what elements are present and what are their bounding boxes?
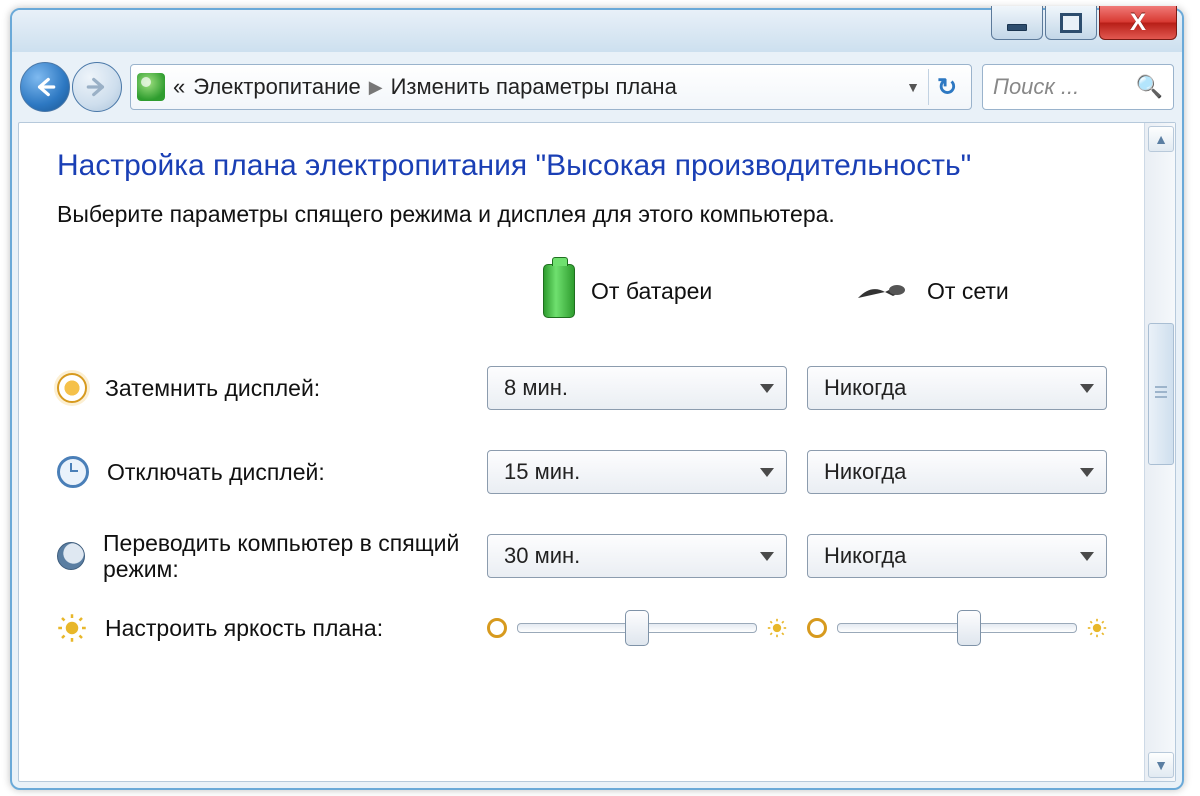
arrow-left-icon	[32, 74, 58, 100]
column-header-ac: От сети	[807, 268, 1127, 334]
clock-icon	[57, 456, 89, 488]
column-header-battery: От батареи	[487, 256, 807, 346]
search-box[interactable]: Поиск ... 🔍	[982, 64, 1174, 110]
plug-icon	[853, 276, 911, 306]
row-brightness: Настроить яркость плана:	[57, 598, 1116, 658]
chevron-down-icon	[760, 552, 774, 561]
brightness-battery-slider[interactable]	[487, 618, 787, 638]
power-options-icon	[137, 73, 165, 101]
battery-icon	[543, 264, 575, 318]
sleep-battery-select[interactable]: 30 мин.	[487, 534, 787, 578]
breadcrumb-prefix: «	[173, 74, 185, 100]
sleep-ac-value: Никогда	[824, 543, 906, 569]
row-sleep: Переводить компьютер в спящий режим: 30 …	[57, 514, 1116, 598]
turn-off-display-battery-select[interactable]: 15 мин.	[487, 450, 787, 494]
row-label-dim: Затемнить дисплей:	[105, 375, 320, 401]
sun-icon	[57, 613, 87, 643]
breadcrumb-part-2[interactable]: Изменить параметры плана	[391, 74, 677, 100]
titlebar: X	[12, 10, 1182, 52]
slider-thumb[interactable]	[957, 610, 981, 646]
minimize-button[interactable]	[991, 6, 1043, 40]
dim-display-battery-value: 8 мин.	[504, 375, 568, 401]
chevron-down-icon	[1080, 468, 1094, 477]
back-button[interactable]	[20, 62, 70, 112]
sun-dim-icon	[487, 618, 507, 638]
sleep-battery-value: 30 мин.	[504, 543, 580, 569]
window-frame: X « Электропитание ▶ Изменить параметры …	[10, 8, 1184, 790]
turn-off-display-ac-value: Никогда	[824, 459, 906, 485]
sleep-ac-select[interactable]: Никогда	[807, 534, 1107, 578]
address-dropdown[interactable]: ▼	[906, 79, 920, 95]
scroll-up-button[interactable]: ▲	[1148, 126, 1174, 152]
page-title: Настройка плана электропитания "Высокая …	[57, 149, 1116, 183]
row-turn-off-display: Отключать дисплей: 15 мин. Никогда	[57, 430, 1116, 514]
slider-track[interactable]	[517, 623, 757, 633]
dim-display-ac-value: Никогда	[824, 375, 906, 401]
search-icon[interactable]: 🔍	[1136, 74, 1163, 100]
sun-bright-icon	[767, 618, 787, 638]
search-placeholder: Поиск ...	[993, 74, 1079, 100]
dim-display-ac-select[interactable]: Никогда	[807, 366, 1107, 410]
chevron-down-icon	[1080, 552, 1094, 561]
column-label-battery: От батареи	[591, 278, 712, 305]
vertical-scrollbar[interactable]: ▲ ▼	[1144, 123, 1175, 781]
arrow-right-icon	[84, 74, 110, 100]
forward-button[interactable]	[72, 62, 122, 112]
address-bar[interactable]: « Электропитание ▶ Изменить параметры пл…	[130, 64, 972, 110]
turn-off-display-ac-select[interactable]: Никогда	[807, 450, 1107, 494]
chevron-right-icon[interactable]: ▶	[369, 77, 383, 98]
breadcrumb-part-1[interactable]: Электропитание	[193, 74, 361, 100]
page-subtitle: Выберите параметры спящего режима и дисп…	[57, 201, 1116, 228]
moon-icon	[57, 542, 85, 570]
sun-dim-icon	[807, 618, 827, 638]
sun-bright-icon	[1087, 618, 1107, 638]
close-button[interactable]: X	[1099, 6, 1177, 40]
chevron-down-icon	[760, 468, 774, 477]
slider-thumb[interactable]	[625, 610, 649, 646]
column-headers: От батареи От сети	[57, 256, 1116, 346]
slider-track[interactable]	[837, 623, 1077, 633]
row-label-sleep: Переводить компьютер в спящий режим:	[103, 530, 467, 583]
column-label-ac: От сети	[927, 278, 1009, 305]
chevron-down-icon	[760, 384, 774, 393]
scroll-down-button[interactable]: ▼	[1148, 752, 1174, 778]
row-label-brightness: Настроить яркость плана:	[105, 615, 383, 641]
row-dim-display: Затемнить дисплей: 8 мин. Никогда	[57, 346, 1116, 430]
nav-row: « Электропитание ▶ Изменить параметры пл…	[20, 60, 1174, 114]
brightness-ac-slider[interactable]	[807, 618, 1107, 638]
dim-display-battery-select[interactable]: 8 мин.	[487, 366, 787, 410]
turn-off-display-battery-value: 15 мин.	[504, 459, 580, 485]
maximize-button[interactable]	[1045, 6, 1097, 40]
row-label-off: Отключать дисплей:	[107, 459, 325, 485]
dim-display-icon	[57, 373, 87, 403]
content-area: Настройка плана электропитания "Высокая …	[18, 122, 1176, 782]
scroll-thumb[interactable]	[1148, 323, 1174, 465]
chevron-down-icon	[1080, 384, 1094, 393]
refresh-button[interactable]: ↻	[928, 69, 965, 105]
